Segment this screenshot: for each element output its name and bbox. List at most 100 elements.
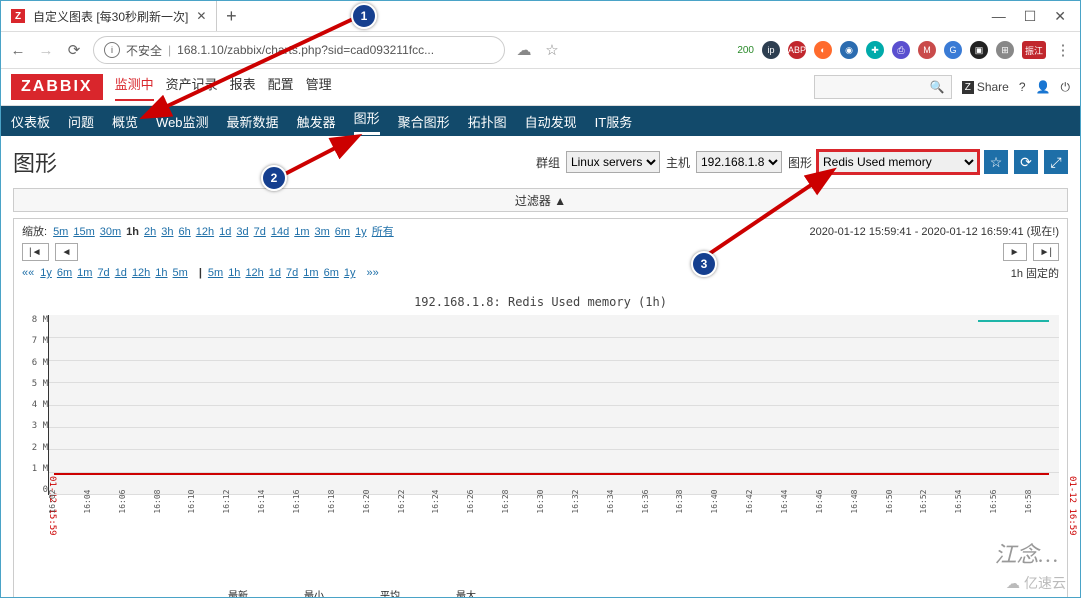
sub-menu-9[interactable]: 自动发现 <box>525 112 577 131</box>
sub-menu-4[interactable]: 最新数据 <box>227 112 279 131</box>
ext-icon-8[interactable]: ▣ <box>970 41 988 59</box>
fwd-opts-1m[interactable]: 1m <box>303 267 318 279</box>
url-field[interactable]: i 不安全 | 168.1.10/zabbix/charts.php?sid=c… <box>93 36 505 64</box>
prev-button[interactable]: ◄ <box>55 243 79 261</box>
time-range: 2020-01-12 15:59:41 - 2020-01-12 16:59:4… <box>810 223 1060 239</box>
sub-menu-7[interactable]: 聚合图形 <box>398 112 450 131</box>
back-icon[interactable]: ← <box>9 41 27 59</box>
reload-icon[interactable]: ⟳ <box>65 41 83 59</box>
ext-icon-9[interactable]: ⊞ <box>996 41 1014 59</box>
sub-menu-8[interactable]: 拓扑图 <box>468 112 507 131</box>
info-icon[interactable]: i <box>104 42 120 58</box>
zoom-2h[interactable]: 2h <box>144 226 156 238</box>
zoom-30m[interactable]: 30m <box>100 226 121 238</box>
zoom-3h[interactable]: 3h <box>161 226 173 238</box>
new-tab-button[interactable]: + <box>217 6 245 27</box>
filter-toggle[interactable]: 过滤器 ▲ <box>13 188 1068 212</box>
back-opts-7d[interactable]: 7d <box>97 267 109 279</box>
maximize-icon[interactable]: ☐ <box>1024 8 1037 25</box>
zoom-1y[interactable]: 1y <box>355 226 367 238</box>
fwd-opts-1y[interactable]: 1y <box>344 267 356 279</box>
next-last-button[interactable]: ►| <box>1033 243 1060 261</box>
sub-menu-5[interactable]: 触发器 <box>297 112 336 131</box>
fullscreen-button[interactable]: ⤢ <box>1044 150 1068 174</box>
back-opts-12h[interactable]: 12h <box>132 267 150 279</box>
ext-icon-4[interactable]: ✚ <box>866 41 884 59</box>
sub-menu-10[interactable]: IT服务 <box>595 112 633 131</box>
group-select[interactable]: Linux servers <box>566 151 660 173</box>
host-label: 主机 <box>666 154 690 171</box>
zoom-3m[interactable]: 3m <box>315 226 330 238</box>
zabbix-logo[interactable]: ZABBIX <box>11 74 103 100</box>
sub-menu-0[interactable]: 仪表板 <box>11 112 50 131</box>
fwd-opts-1d[interactable]: 1d <box>269 267 281 279</box>
back-opts-1d[interactable]: 1d <box>115 267 127 279</box>
user-icon[interactable]: 👤 <box>1036 80 1051 94</box>
fwd-opts-12h[interactable]: 12h <box>245 267 263 279</box>
zoom-1h[interactable]: 1h <box>126 226 139 238</box>
ext-icon-2[interactable]: ◐ <box>814 41 832 59</box>
ext-icon-6[interactable]: M <box>918 41 936 59</box>
logout-icon[interactable]: ⏻ <box>1061 80 1071 95</box>
ext-icon-3[interactable]: ◉ <box>840 41 858 59</box>
zoom-row: 缩放: 5m15m30m1h2h3h6h12h1d3d7d14d1m3m6m1y… <box>22 223 1059 239</box>
graph-select[interactable]: Redis Used memory <box>818 151 978 173</box>
group-label: 群组 <box>536 154 560 171</box>
back-opts-1h[interactable]: 1h <box>155 267 167 279</box>
refresh-button[interactable]: ⟳ <box>1014 150 1038 174</box>
fwd-opts-6m[interactable]: 6m <box>324 267 339 279</box>
zoom-12h[interactable]: 12h <box>196 226 214 238</box>
ext-icon-5[interactable]: ⎙ <box>892 41 910 59</box>
zoom-1d[interactable]: 1d <box>219 226 231 238</box>
zoom-14d[interactable]: 14d <box>271 226 289 238</box>
back-opts-6m[interactable]: 6m <box>57 267 72 279</box>
help-icon[interactable]: ? <box>1019 80 1026 94</box>
close-window-icon[interactable]: ✕ <box>1054 8 1066 25</box>
top-menu-3[interactable]: 配置 <box>268 74 294 101</box>
share-button[interactable]: ZShare <box>962 80 1009 94</box>
zoom-3d[interactable]: 3d <box>236 226 248 238</box>
translate-icon[interactable]: ☁ <box>515 41 533 59</box>
menu-icon[interactable]: ⋮ <box>1054 41 1072 59</box>
back-opts-1y[interactable]: 1y <box>40 267 52 279</box>
minimize-icon[interactable]: — <box>992 8 1006 25</box>
top-menu-0[interactable]: 监测中 <box>115 74 154 101</box>
browser-tab[interactable]: Z 自定义图表 [每30秒刷新一次] ✕ <box>1 1 217 31</box>
account-badge[interactable]: 振江 <box>1022 41 1046 59</box>
ext-icon-7[interactable]: G <box>944 41 962 59</box>
host-select[interactable]: 192.168.1.8 <box>696 151 782 173</box>
sub-menu-1[interactable]: 问题 <box>68 112 94 131</box>
zoom-所有[interactable]: 所有 <box>372 226 394 238</box>
ext-icon-1[interactable]: ip <box>762 41 780 59</box>
back-opts-1m[interactable]: 1m <box>77 267 92 279</box>
search-input[interactable]: 🔍 <box>814 75 952 99</box>
close-tab-icon[interactable]: ✕ <box>196 9 206 23</box>
annotation-badge-1: 1 <box>351 3 377 29</box>
graph-content: 缩放: 5m15m30m1h2h3h6h12h1d3d7d14d1m3m6m1y… <box>13 218 1068 598</box>
back-opts-5m[interactable]: 5m <box>173 267 188 279</box>
zoom-7d[interactable]: 7d <box>254 226 266 238</box>
fwd-opts-7d[interactable]: 7d <box>286 267 298 279</box>
zoom-15m[interactable]: 15m <box>73 226 94 238</box>
zoom-6m[interactable]: 6m <box>335 226 350 238</box>
top-menu-2[interactable]: 报表 <box>230 74 256 101</box>
zoom-5m[interactable]: 5m <box>53 226 68 238</box>
sub-menu-2[interactable]: 概览 <box>112 112 138 131</box>
ext-icon-abp[interactable]: ABP <box>788 41 806 59</box>
favorite-button[interactable]: ☆ <box>984 150 1008 174</box>
next-button[interactable]: ► <box>1003 243 1027 261</box>
series-used-memory-rss-line <box>978 320 1049 322</box>
forward-icon: → <box>37 41 55 59</box>
zoom-6h[interactable]: 6h <box>179 226 191 238</box>
sub-menu-6[interactable]: 图形 <box>354 108 380 135</box>
fwd-opts-5m[interactable]: 5m <box>208 267 223 279</box>
prev-first-button[interactable]: |◄ <box>22 243 49 261</box>
star-icon[interactable]: ☆ <box>543 41 561 59</box>
url-text: 168.1.10/zabbix/charts.php?sid=cad093211… <box>177 43 434 57</box>
top-menu-4[interactable]: 管理 <box>306 74 332 101</box>
top-menu-1[interactable]: 资产记录 <box>166 74 218 101</box>
sub-menu-3[interactable]: Web监测 <box>156 112 209 131</box>
fwd-opts-1h[interactable]: 1h <box>228 267 240 279</box>
watermark: 江念… <box>994 537 1058 569</box>
zoom-1m[interactable]: 1m <box>294 226 309 238</box>
